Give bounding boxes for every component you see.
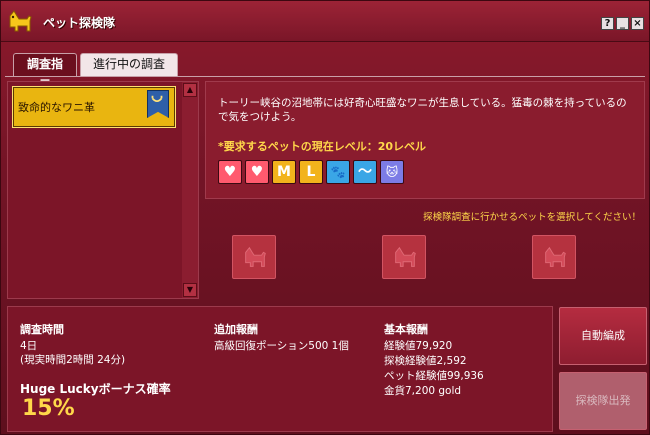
minimize-button[interactable]: _: [616, 17, 629, 30]
extra-reward-item: 高級回復ポーション500 1個: [214, 340, 349, 352]
depart-expedition-button[interactable]: 探検隊出発: [559, 372, 647, 430]
dog-silhouette-icon: [245, 246, 266, 267]
pet-slot-3[interactable]: [532, 235, 576, 279]
tab-ongoing-investigations[interactable]: 進行中の調査: [80, 53, 178, 76]
pet-slot-2[interactable]: [382, 235, 426, 279]
mission-detail-panel: トーリー峡谷の沼地帯には好奇心旺盛なワニが生息している。猛毒の棘を持っているので…: [205, 81, 645, 199]
base-reward-heading: 基本報酬: [384, 323, 428, 336]
tab-investigation-orders[interactable]: 調査指示: [13, 53, 77, 92]
duration-value: 4日: [20, 340, 38, 352]
title-bar[interactable]: ペット探検隊 ? _ ×: [1, 1, 649, 42]
cat-icon: 🐱: [380, 160, 404, 184]
reward-panel: 調査時間 4日 (現実時間2時間 24分) Huge Luckyボーナス確率 1…: [7, 306, 553, 432]
bookmark-icon: [147, 90, 169, 118]
wing-icon: 〜: [353, 160, 377, 184]
dog-logo-icon: [9, 10, 32, 32]
dog-silhouette-icon: [395, 246, 416, 267]
window-title: ペット探検隊: [43, 16, 116, 30]
base-reward-item: 金貨7,200 gold: [384, 385, 462, 397]
base-reward-item: 探検経験値2,592: [384, 355, 467, 367]
duration-heading: 調査時間: [20, 323, 64, 336]
tab-divider: [5, 76, 645, 77]
bonus-label: Huge Luckyボーナス確率: [20, 382, 171, 396]
letter-l-icon: L: [299, 160, 323, 184]
pet-expedition-window: ペット探検隊 ? _ × 調査指示 進行中の調査 致命的なワニ革 ▲ ▼ トーリ…: [0, 0, 650, 435]
base-reward-item: ペット経験値99,936: [384, 370, 484, 382]
scroll-down-arrow-icon[interactable]: ▼: [183, 283, 197, 297]
dog-silhouette-icon: [545, 246, 566, 267]
heart-icon: ♥: [218, 160, 242, 184]
scroll-up-arrow-icon[interactable]: ▲: [183, 83, 197, 97]
mission-list-scrollbar[interactable]: ▲ ▼: [182, 82, 198, 298]
bonus-percent: 15%: [22, 396, 75, 421]
heart-icon: ♥: [245, 160, 269, 184]
pet-slot-1[interactable]: [232, 235, 276, 279]
base-reward-item: 経験値79,920: [384, 340, 453, 352]
auto-assign-button[interactable]: 自動編成: [559, 307, 647, 365]
extra-reward-heading: 追加報酬: [214, 323, 258, 336]
duration-real-time: (現実時間2時間 24分): [20, 354, 126, 366]
close-button[interactable]: ×: [631, 17, 644, 30]
mission-list-item[interactable]: 致命的なワニ革: [12, 86, 176, 128]
pet-select-hint: 探検隊調査に行かせるペットを選択してください！: [423, 212, 641, 223]
mission-list: 致命的なワニ革 ▲ ▼: [7, 81, 199, 299]
mission-description: トーリー峡谷の沼地帯には好奇心旺盛なワニが生息している。猛毒の棘を持っているので…: [218, 97, 627, 123]
paw-icon: 🐾: [326, 160, 350, 184]
letter-m-icon: M: [272, 160, 296, 184]
required-level: *要求するペットの現在レベル：20レベル: [218, 140, 427, 153]
mission-name: 致命的なワニ革: [18, 101, 95, 114]
help-button[interactable]: ?: [601, 17, 614, 30]
